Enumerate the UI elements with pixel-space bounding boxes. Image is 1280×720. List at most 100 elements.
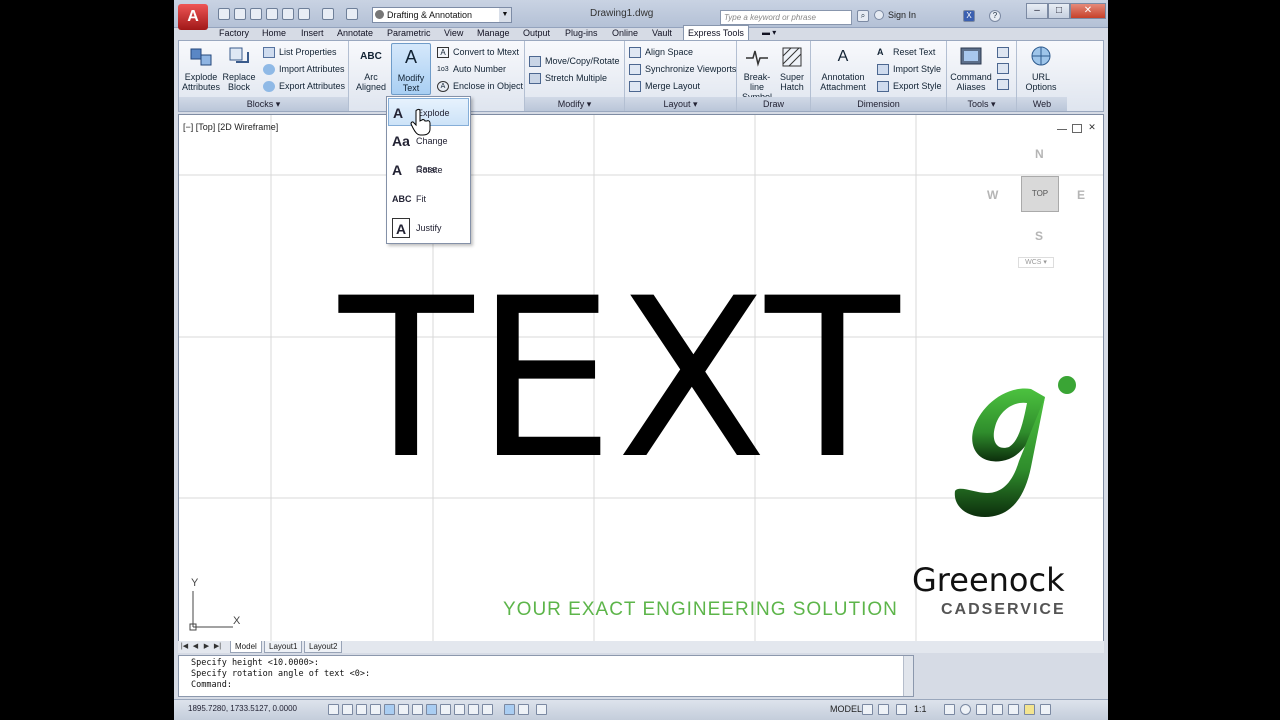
- dyn-toggle[interactable]: [454, 704, 465, 715]
- viewport-minimize-icon[interactable]: [1057, 124, 1067, 130]
- tab-parametric[interactable]: Parametric: [387, 26, 431, 40]
- url-options-button[interactable]: URL Options: [1019, 43, 1063, 95]
- merge-layout-button[interactable]: Merge Layout: [629, 79, 700, 93]
- enclose-in-object-button[interactable]: A Enclose in Object: [437, 79, 523, 93]
- lock-icon[interactable]: [976, 704, 987, 715]
- synchronize-viewports-button[interactable]: Synchronize Viewports: [629, 62, 736, 76]
- exchange-icon[interactable]: X: [963, 10, 975, 22]
- drawing-text-object[interactable]: TEXT: [339, 269, 902, 489]
- infer-constraints-toggle[interactable]: [328, 704, 339, 715]
- selection-cycling-toggle[interactable]: [518, 704, 529, 715]
- draw-panel-title[interactable]: Draw: [737, 97, 810, 111]
- search-input[interactable]: Type a keyword or phrase: [720, 10, 852, 25]
- break-line-symbol-button[interactable]: Break-line Symbol: [737, 43, 777, 102]
- tab-output[interactable]: Output: [523, 26, 550, 40]
- dropdown-item-rotate[interactable]: A Rotate: [388, 156, 469, 184]
- ortho-toggle[interactable]: [370, 704, 381, 715]
- save-as-icon[interactable]: [266, 8, 278, 20]
- tab-annotate[interactable]: Annotate: [337, 26, 373, 40]
- tab-home[interactable]: Home: [262, 26, 286, 40]
- coordinates-readout[interactable]: 1895.7280, 1733.5127, 0.0000: [188, 704, 297, 713]
- workspace-switching-icon[interactable]: [960, 704, 971, 715]
- viewport-label[interactable]: [−] [Top] [2D Wireframe]: [183, 122, 278, 132]
- auto-number-button[interactable]: 1o3 Auto Number: [437, 62, 506, 76]
- replace-block-button[interactable]: Replace Block: [219, 43, 259, 95]
- save-icon[interactable]: [250, 8, 262, 20]
- command-prompt[interactable]: Command:: [191, 680, 913, 691]
- align-space-button[interactable]: Align Space: [629, 45, 693, 59]
- workspace-select[interactable]: Drafting & Annotation ▼: [372, 7, 512, 23]
- reset-text-button[interactable]: A Reset Text: [877, 45, 935, 59]
- prev-layout-icon[interactable]: ◀: [191, 642, 200, 652]
- tab-manage[interactable]: Manage: [477, 26, 510, 40]
- open-icon[interactable]: [234, 8, 246, 20]
- tools-small-icon-1[interactable]: [997, 47, 1009, 58]
- plot-icon[interactable]: [282, 8, 294, 20]
- sign-in-link[interactable]: Sign In: [888, 10, 916, 20]
- annotation-scale-icon[interactable]: [896, 704, 907, 715]
- tab-layout2[interactable]: Layout2: [304, 641, 343, 653]
- web-panel-title[interactable]: Web: [1017, 97, 1067, 111]
- import-style-button[interactable]: Import Style: [877, 62, 941, 76]
- undo-icon[interactable]: [322, 8, 334, 20]
- tab-factory[interactable]: Factory: [219, 26, 249, 40]
- viewcube[interactable]: N W E S TOP WCS ▾: [981, 145, 1101, 275]
- otrack-toggle[interactable]: [426, 704, 437, 715]
- lineweight-toggle[interactable]: [468, 704, 479, 715]
- osnap-toggle[interactable]: [398, 704, 409, 715]
- tools-small-icon-2[interactable]: [997, 63, 1009, 74]
- drawing-canvas[interactable]: [−] [Top] [2D Wireframe] ✕ TEXT N W E S …: [178, 114, 1104, 642]
- help-icon[interactable]: ?: [989, 10, 1001, 22]
- annotation-visibility-icon[interactable]: [944, 704, 955, 715]
- dropdown-item-fit[interactable]: ABC Fit: [388, 185, 469, 213]
- ducs-toggle[interactable]: [440, 704, 451, 715]
- tab-layout1[interactable]: Layout1: [264, 641, 303, 653]
- model-space-button[interactable]: MODEL: [830, 704, 862, 714]
- export-style-button[interactable]: Export Style: [877, 79, 942, 93]
- transparency-toggle[interactable]: [482, 704, 493, 715]
- import-attributes-button[interactable]: Import Attributes: [263, 62, 345, 76]
- viewcube-south[interactable]: S: [1035, 229, 1043, 243]
- viewcube-west[interactable]: W: [987, 188, 998, 202]
- snap-toggle[interactable]: [342, 704, 353, 715]
- viewport-restore-icon[interactable]: [1072, 124, 1082, 133]
- command-line-scrollbar[interactable]: [903, 656, 913, 696]
- quick-properties-toggle[interactable]: [504, 704, 515, 715]
- next-layout-icon[interactable]: ▶: [202, 642, 211, 652]
- stretch-multiple-button[interactable]: Stretch Multiple: [529, 71, 607, 85]
- viewport-close-icon[interactable]: ✕: [1087, 123, 1097, 133]
- tab-express-tools[interactable]: Express Tools: [683, 25, 749, 40]
- first-layout-icon[interactable]: |◀: [180, 642, 189, 652]
- minimize-button[interactable]: –: [1026, 3, 1048, 19]
- arc-aligned-button[interactable]: ABC Arc Aligned: [351, 43, 391, 95]
- annotation-attachment-button[interactable]: A Annotation Attachment: [815, 43, 871, 95]
- viewcube-east[interactable]: E: [1077, 188, 1085, 202]
- ribbon-minimize-icon[interactable]: ▬ ▾: [762, 26, 776, 40]
- maximize-button[interactable]: □: [1048, 3, 1070, 19]
- blocks-panel-title[interactable]: Blocks ▾: [179, 97, 348, 111]
- dimension-panel-title[interactable]: Dimension: [811, 97, 946, 111]
- modify-panel-title[interactable]: Modify ▾: [525, 97, 624, 111]
- convert-to-mtext-button[interactable]: A Convert to Mtext: [437, 45, 519, 59]
- list-properties-button[interactable]: List Properties: [263, 45, 337, 59]
- lightbulb-icon[interactable]: [1024, 704, 1035, 715]
- wcs-menu[interactable]: WCS ▾: [1018, 257, 1054, 268]
- new-icon[interactable]: [218, 8, 230, 20]
- tab-online[interactable]: Online: [612, 26, 638, 40]
- super-hatch-button[interactable]: Super Hatch: [775, 43, 809, 95]
- tools-panel-title[interactable]: Tools ▾: [947, 97, 1016, 111]
- isolate-objects-icon[interactable]: [1008, 704, 1019, 715]
- viewcube-north[interactable]: N: [1035, 147, 1044, 161]
- hardware-acceleration-icon[interactable]: [992, 704, 1003, 715]
- viewcube-top-face[interactable]: TOP: [1021, 176, 1059, 212]
- annotation-scale[interactable]: 1:1: [914, 704, 927, 714]
- annotation-monitor-toggle[interactable]: [536, 704, 547, 715]
- polar-toggle[interactable]: [384, 704, 395, 715]
- 3d-osnap-toggle[interactable]: [412, 704, 423, 715]
- tab-model[interactable]: Model: [230, 641, 262, 653]
- binoculars-icon[interactable]: ⌕: [857, 10, 869, 22]
- layout-panel-title[interactable]: Layout ▾: [625, 97, 736, 111]
- move-copy-rotate-button[interactable]: Move/Copy/Rotate: [529, 54, 620, 68]
- tab-plug-ins[interactable]: Plug-ins: [565, 26, 598, 40]
- export-attributes-button[interactable]: Export Attributes: [263, 79, 345, 93]
